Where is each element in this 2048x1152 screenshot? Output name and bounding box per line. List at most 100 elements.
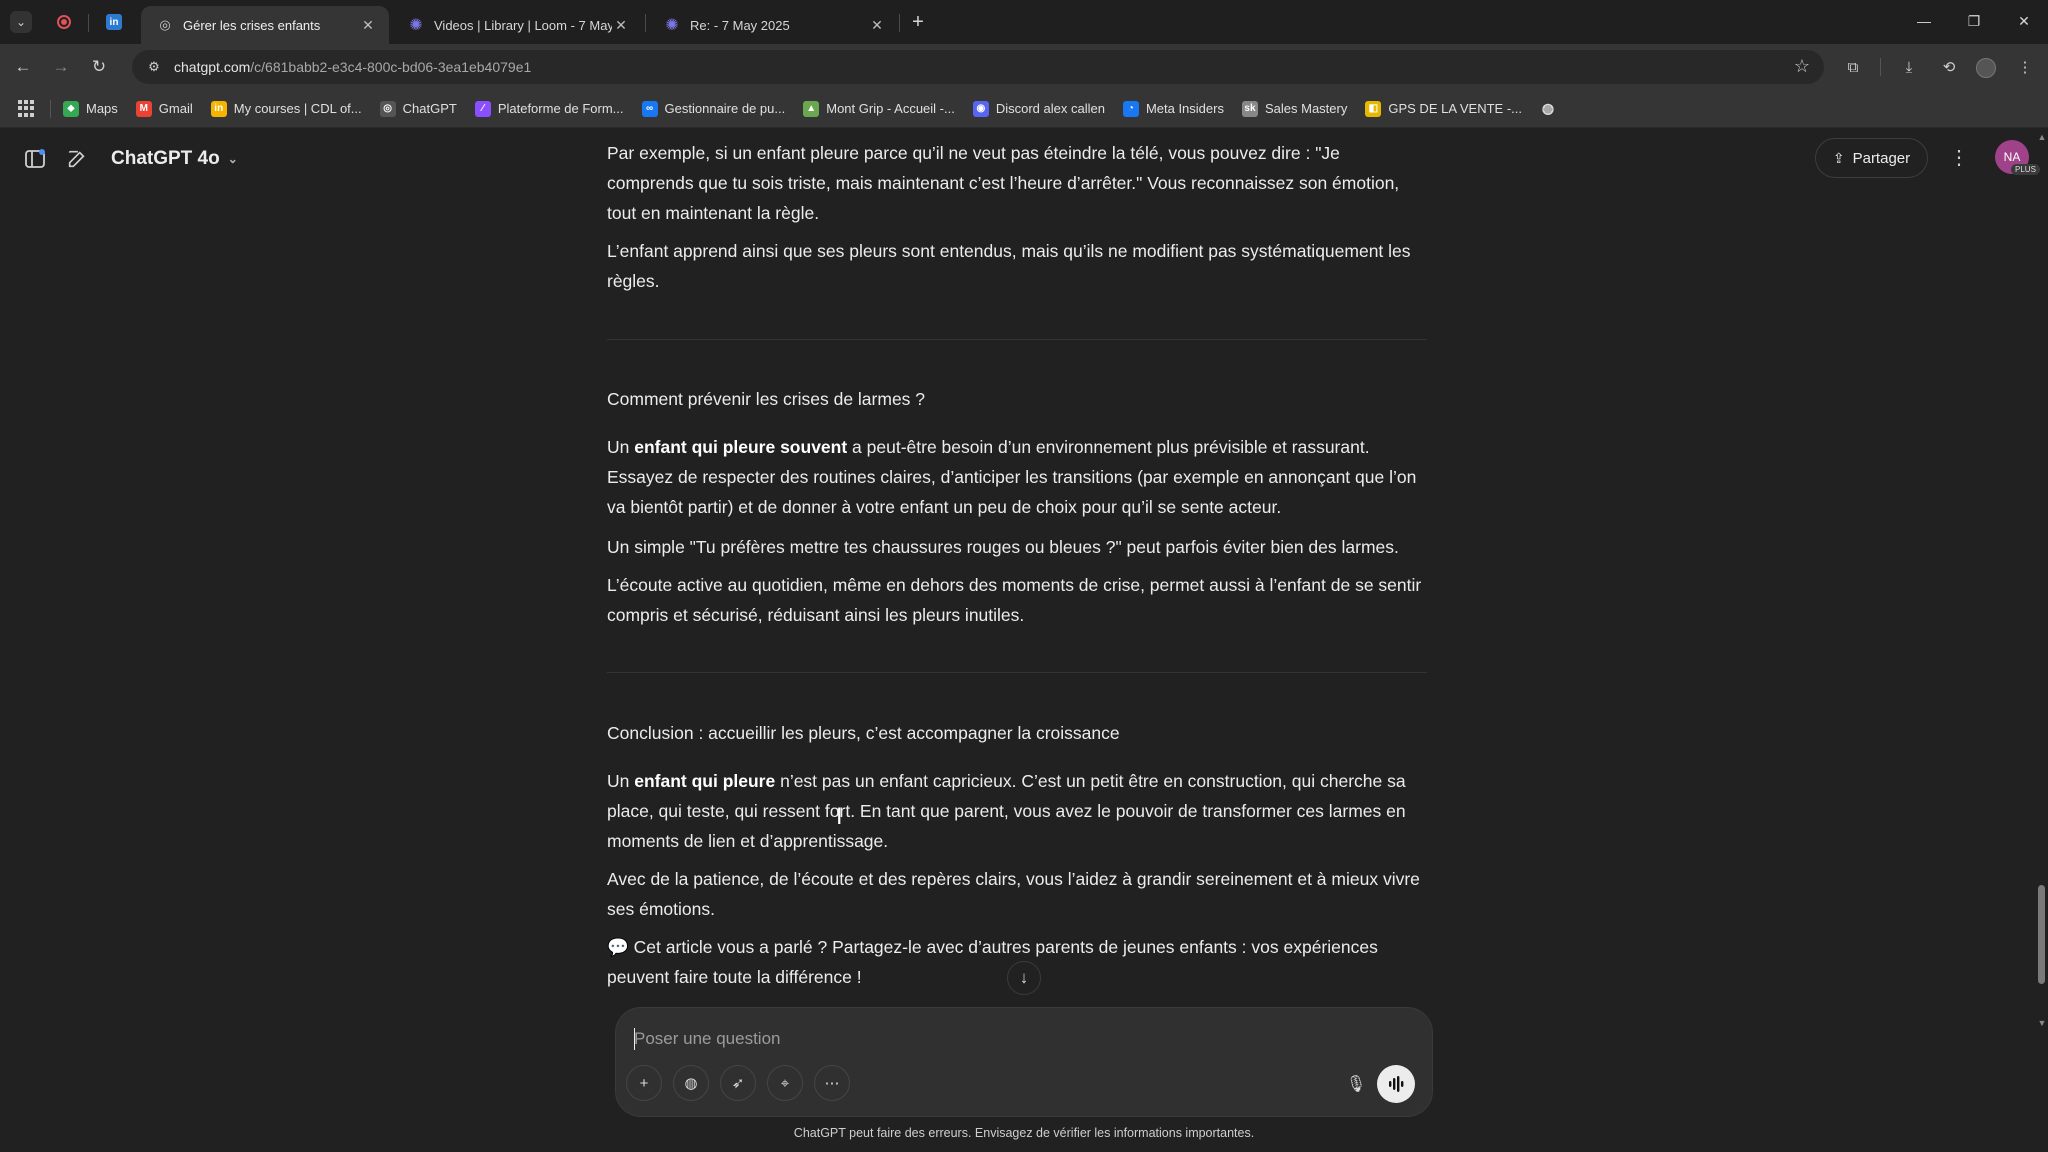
bookmark-favicon-icon: ◉ xyxy=(972,100,989,117)
bold-keyword: enfant qui pleure xyxy=(634,771,776,791)
voice-mode-button[interactable] xyxy=(1377,1065,1415,1103)
section-divider xyxy=(607,672,1427,673)
new-tab-button[interactable]: + xyxy=(906,10,930,34)
bookmark-item[interactable]: ◉ Discord alex callen xyxy=(972,100,1105,117)
message-paragraph: L’écoute active au quotidien, même en de… xyxy=(607,570,1427,630)
bookmark-item[interactable]: ◧ GPS DE LA VENTE -... xyxy=(1365,100,1523,117)
tab-title: Gérer les crises enfants xyxy=(183,17,321,33)
paragraph-text: L’enfant apprend ainsi que ses pleurs so… xyxy=(607,241,1411,291)
bookmark-label: Meta Insiders xyxy=(1145,101,1224,116)
bookmark-label: GPS DE LA VENTE -... xyxy=(1388,101,1523,116)
close-icon[interactable]: ✕ xyxy=(359,16,377,34)
bookmark-label: ChatGPT xyxy=(402,101,457,116)
bookmark-favicon-icon: ◔ xyxy=(1122,100,1139,117)
tab-gerer-les-crises[interactable]: ◎ Gérer les crises enfants ✕ xyxy=(141,6,389,44)
text-cursor-icon: I xyxy=(836,805,843,830)
browser-toolbar: ← → ↻ ⚙ chatgpt.com/c/681babb2-e3c4-800c… xyxy=(0,44,2048,90)
conversation-menu-icon[interactable]: ⋮ xyxy=(1944,142,1974,172)
web-search-globe-button[interactable]: ◍ xyxy=(673,1065,709,1101)
loom-icon: ✺ xyxy=(665,17,679,34)
bookmark-star-icon[interactable]: ☆ xyxy=(1794,56,1810,77)
text-run: Un xyxy=(607,771,635,791)
pinned-tab-linkedin[interactable]: in xyxy=(104,12,124,32)
bookmark-item[interactable]: ▲ Mont Grip - Accueil -... xyxy=(803,100,955,117)
scrollbar-thumb[interactable] xyxy=(2038,885,2045,984)
bookmark-favicon-icon: ∞ xyxy=(641,100,658,117)
bookmark-globe[interactable]: ◍ xyxy=(1540,100,1563,117)
forward-arrow-icon[interactable]: → xyxy=(48,54,74,80)
bookmark-item[interactable]: ∞ Gestionnaire de pu... xyxy=(641,100,786,117)
bookmark-label: Mont Grip - Accueil -... xyxy=(826,101,955,116)
bookmark-item[interactable]: in My courses | CDL of... xyxy=(210,100,362,117)
attach-plus-button[interactable]: + xyxy=(626,1065,662,1101)
scroll-down-arrow-icon[interactable]: ▼ xyxy=(2036,1018,2048,1028)
bookmark-label: Gestionnaire de pu... xyxy=(664,101,786,116)
close-icon[interactable]: ✕ xyxy=(868,16,886,34)
profile-avatar-icon[interactable] xyxy=(1976,58,1996,78)
bookmarks-bar: ⬥ Maps M Gmail in My courses | CDL of... ◎ Chat… xyxy=(0,90,2048,128)
tab-title: Re: - 7 May 2025 xyxy=(690,17,790,33)
new-chat-icon[interactable] xyxy=(62,144,92,174)
paragraph-text: Un simple "Tu préfères mettre tes chauss… xyxy=(607,537,1399,557)
bold-keyword: enfant qui pleure souvent xyxy=(634,437,848,457)
model-selector[interactable]: ChatGPT 4o ⌄ xyxy=(111,144,238,174)
share-icon: ⇪ xyxy=(1832,149,1845,166)
sidebar-toggle-icon[interactable] xyxy=(20,144,50,174)
tab-loom-re[interactable]: ✺ Re: - 7 May 2025 ✕ xyxy=(648,6,898,44)
bookmark-item[interactable]: M Gmail xyxy=(135,100,193,117)
bookmark-favicon-icon: M xyxy=(135,100,152,117)
tab-search-chevron-icon[interactable]: ⌄ xyxy=(10,11,32,33)
scroll-to-bottom-button[interactable]: ↓ xyxy=(1007,961,1041,995)
share-button[interactable]: ⇪ Partager xyxy=(1815,138,1928,178)
extensions-icon[interactable]: ⧉ xyxy=(1840,54,1866,80)
chevron-down-icon: ⌄ xyxy=(227,152,238,166)
bookmarks-divider xyxy=(50,99,51,118)
reload-icon[interactable]: ↻ xyxy=(86,54,112,80)
linkedin-icon: in xyxy=(106,14,122,30)
browser-tab-strip: ⌄ in ◎ Gérer les crises enfants ✕ ✺ Vide… xyxy=(0,0,2048,44)
bookmark-favicon-icon: ◎ xyxy=(379,100,396,117)
more-options-button[interactable]: ⋯ xyxy=(814,1065,850,1101)
close-icon[interactable]: ✕ xyxy=(612,16,630,34)
history-sync-icon[interactable]: ⟲ xyxy=(1936,54,1962,80)
bookmark-list: ⬥ Maps M Gmail in My courses | CDL of... ◎ Chat… xyxy=(63,100,1540,117)
window-close-icon[interactable]: ✕ xyxy=(2008,8,2040,34)
url-text: chatgpt.com/c/681babb2-e3c4-800c-bd06-3e… xyxy=(174,59,531,75)
tab-loom-library[interactable]: ✺ Videos | Library | Loom - 7 May ✕ xyxy=(392,6,642,44)
apps-grid-icon[interactable] xyxy=(18,99,36,118)
model-name: ChatGPT 4o xyxy=(111,148,220,169)
bookmark-item[interactable]: ⬥ Maps xyxy=(63,100,118,117)
back-arrow-icon[interactable]: ← xyxy=(10,54,36,80)
address-bar[interactable]: ⚙ chatgpt.com/c/681babb2-e3c4-800c-bd06-… xyxy=(132,50,1824,84)
bookmark-item[interactable]: ◎ ChatGPT xyxy=(379,100,457,117)
site-info-icon[interactable]: ⚙ xyxy=(142,59,166,75)
text-caret xyxy=(634,1028,635,1050)
tab-title: Videos | Library | Loom - 7 May xyxy=(434,17,612,33)
scroll-up-arrow-icon[interactable]: ▲ xyxy=(2036,132,2048,142)
download-icon[interactable]: ⤓ xyxy=(1896,54,1922,80)
bookmark-item[interactable]: ⁄ Plateforme de Form... xyxy=(474,100,624,117)
paragraph-text: L’écoute active au quotidien, même en de… xyxy=(607,575,1422,625)
tab-divider xyxy=(899,14,900,32)
browser-menu-icon[interactable]: ⋮ xyxy=(2012,54,2038,80)
deep-research-button[interactable]: ⌖ xyxy=(767,1065,803,1101)
toolbar-divider xyxy=(1880,58,1881,76)
bookmark-label: Gmail xyxy=(158,101,193,116)
tools-rocket-button[interactable]: ➶ xyxy=(720,1065,756,1101)
restore-icon[interactable]: ❐ xyxy=(1958,8,1990,34)
message-paragraph: Par exemple, si un enfant pleure parce q… xyxy=(607,138,1427,228)
tab-divider xyxy=(88,14,89,32)
avatar[interactable]: NA PLUS xyxy=(1995,140,2040,175)
prompt-input[interactable] xyxy=(634,1024,1334,1054)
bookmark-item[interactable]: sk Sales Mastery xyxy=(1241,100,1347,117)
paragraph-text: Par exemple, si un enfant pleure parce q… xyxy=(607,143,1400,223)
url-host: chatgpt.com xyxy=(174,59,251,75)
microphone-icon[interactable]: 🎙 xyxy=(1339,1067,1373,1101)
pinned-tab-recorder[interactable] xyxy=(54,12,74,32)
bookmark-label: Discord alex callen xyxy=(995,101,1105,116)
message-paragraph: Un enfant qui pleure n’est pas un enfant… xyxy=(607,766,1427,856)
minimize-icon[interactable]: — xyxy=(1908,8,1940,34)
bookmark-favicon-icon: ⁄ xyxy=(474,100,491,117)
paragraph-text: Un enfant qui pleure n’est pas un enfant… xyxy=(607,766,1427,856)
bookmark-item[interactable]: ◔ Meta Insiders xyxy=(1122,100,1224,117)
